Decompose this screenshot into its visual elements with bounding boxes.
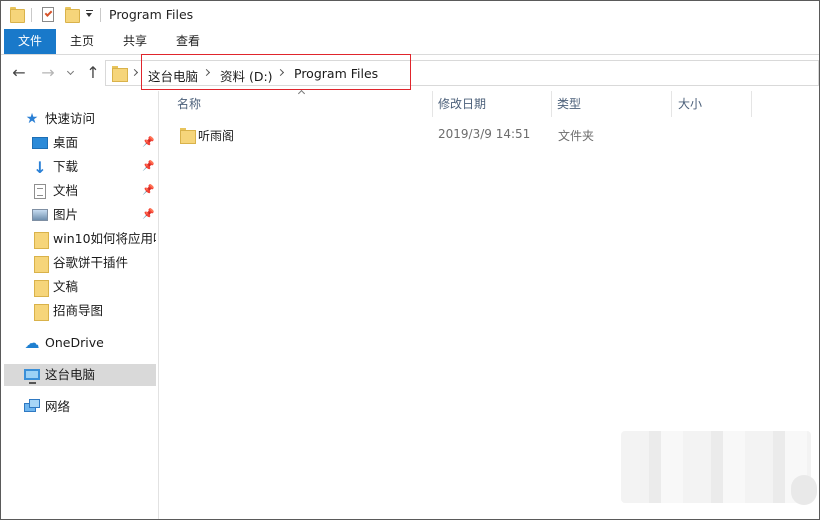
file-name[interactable]: 听雨阁	[198, 127, 234, 144]
sidebar-item-label: 桌面	[53, 135, 79, 150]
sidebar-item-label: 网络	[45, 399, 71, 414]
sidebar-item-label: 谷歌饼干插件	[53, 255, 129, 270]
explorer-window: Program Files 文件 主页 共享 查看 ← → ↑ 这台电脑 资料 …	[0, 0, 820, 520]
folder-icon	[180, 128, 196, 144]
blurred-watermark	[621, 431, 811, 503]
breadcrumb-program-files[interactable]: Program Files	[294, 66, 378, 81]
folder-icon	[112, 66, 128, 82]
tab-view[interactable]: 查看	[167, 29, 209, 54]
table-row[interactable]: 听雨阁 2019/3/9 14:51 文件夹	[160, 124, 760, 146]
new-folder-icon[interactable]	[65, 7, 80, 23]
column-divider[interactable]	[551, 91, 552, 117]
star-icon: ★	[25, 111, 39, 127]
tab-share[interactable]: 共享	[114, 29, 156, 54]
sidebar-item-network[interactable]: 网络	[4, 396, 156, 418]
sidebar-item-folder[interactable]: win10如何将应用听	[4, 228, 156, 250]
back-arrow-icon[interactable]: ←	[10, 64, 28, 82]
breadcrumb-this-pc[interactable]: 这台电脑	[148, 66, 198, 85]
title-bar: Program Files	[1, 1, 819, 29]
sort-ascending-icon	[298, 89, 306, 95]
sidebar-item-label: 图片	[53, 207, 79, 222]
window-title: Program Files	[109, 7, 194, 22]
up-arrow-icon[interactable]: ↑	[84, 64, 102, 82]
sidebar-item-label: 文档	[53, 183, 79, 198]
sidebar-item-label: 快速访问	[45, 111, 96, 126]
ribbon-tabs: 文件 主页 共享 查看	[1, 29, 819, 55]
chevron-right-icon[interactable]	[132, 68, 140, 78]
toolbar-separator	[100, 8, 101, 22]
folder-icon	[34, 232, 49, 249]
download-icon: ↓	[33, 158, 47, 177]
sidebar-item-label: 招商导图	[53, 303, 104, 318]
chevron-right-icon[interactable]	[278, 68, 286, 78]
sidebar-item-onedrive[interactable]: ☁ OneDrive	[4, 332, 156, 354]
customize-quick-access-icon[interactable]	[84, 8, 94, 20]
file-type: 文件夹	[558, 129, 595, 143]
sidebar-item-folder[interactable]: 谷歌饼干插件	[4, 252, 156, 274]
pictures-icon	[32, 209, 48, 221]
column-divider[interactable]	[751, 91, 752, 117]
tab-home[interactable]: 主页	[61, 29, 103, 54]
address-bar[interactable]: 这台电脑 资料 (D:) Program Files	[105, 60, 819, 86]
properties-icon[interactable]	[42, 7, 54, 22]
document-icon	[34, 184, 46, 199]
folder-icon	[34, 256, 49, 273]
computer-icon	[24, 369, 40, 384]
sidebar-item-label: 下载	[53, 159, 79, 174]
sidebar-item-label: 文稿	[53, 279, 79, 294]
network-icon	[24, 399, 40, 412]
folder-icon	[10, 7, 25, 23]
blurred-watermark	[791, 475, 817, 505]
sidebar-item-pictures[interactable]: 图片 📌	[4, 204, 156, 226]
pin-icon[interactable]: 📌	[142, 209, 154, 221]
desktop-icon	[32, 137, 48, 149]
sidebar-item-quick-access[interactable]: ★ 快速访问	[4, 108, 156, 130]
column-header-modified[interactable]: 修改日期	[438, 91, 486, 117]
sidebar-item-label: OneDrive	[45, 335, 104, 350]
sidebar-item-folder[interactable]: 招商导图	[4, 300, 156, 322]
chevron-right-icon[interactable]	[204, 68, 212, 78]
navigation-row: ← → ↑ 这台电脑 资料 (D:) Program Files	[1, 55, 819, 91]
cloud-icon: ☁	[24, 334, 40, 352]
folder-icon	[34, 304, 49, 321]
navigation-pane: ★ 快速访问 桌面 📌 ↓ 下载 📌 文档 📌 图片 📌 win10如何将应用听	[4, 91, 159, 519]
column-divider[interactable]	[671, 91, 672, 117]
toolbar-separator	[31, 8, 32, 22]
column-header-type[interactable]: 类型	[557, 91, 581, 117]
folder-icon	[34, 280, 49, 297]
sidebar-item-desktop[interactable]: 桌面 📌	[4, 132, 156, 154]
column-header-name[interactable]: 名称	[177, 91, 201, 117]
forward-arrow-icon[interactable]: →	[39, 64, 57, 82]
tab-file[interactable]: 文件	[4, 29, 56, 54]
pin-icon[interactable]: 📌	[142, 161, 154, 173]
sidebar-item-label: win10如何将应用听	[53, 231, 156, 246]
sidebar-item-documents[interactable]: 文档 📌	[4, 180, 156, 202]
file-modified: 2019/3/9 14:51	[438, 127, 531, 141]
pin-icon[interactable]: 📌	[142, 137, 154, 149]
recent-locations-chevron-icon[interactable]	[67, 66, 75, 80]
sidebar-item-downloads[interactable]: ↓ 下载 📌	[4, 156, 156, 178]
sidebar-item-label: 这台电脑	[45, 367, 96, 382]
breadcrumb-drive-d[interactable]: 资料 (D:)	[220, 66, 273, 85]
pin-icon[interactable]: 📌	[142, 185, 154, 197]
column-divider[interactable]	[432, 91, 433, 117]
sidebar-item-this-pc[interactable]: 这台电脑	[4, 364, 156, 386]
column-header-size[interactable]: 大小	[678, 91, 702, 117]
sidebar-item-folder[interactable]: 文稿	[4, 276, 156, 298]
